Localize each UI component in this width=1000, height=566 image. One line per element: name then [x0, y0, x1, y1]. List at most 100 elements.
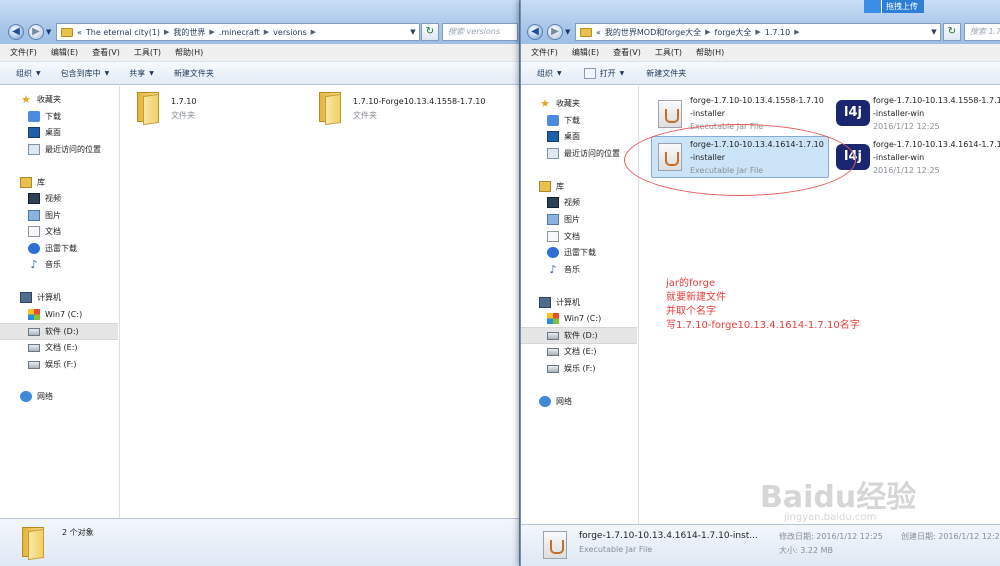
nav-computer[interactable]: 计算机: [539, 297, 580, 308]
address-bar[interactable]: « 我的世界MOD和forge大全 ▶ forge大全 ▶ 1.7.10 ▶ ▼: [575, 23, 941, 41]
crumb-separator-icon[interactable]: ▶: [264, 28, 269, 36]
command-bar: 组织 ▼ 包含到库中 ▼ 共享 ▼ 新建文件夹: [0, 62, 519, 85]
open-label: 打开: [599, 68, 616, 78]
forward-button[interactable]: ▶: [28, 24, 44, 40]
drag-upload-button[interactable]: 拖拽上传: [864, 0, 924, 13]
menu-view[interactable]: 查看(V): [92, 47, 120, 58]
nav-pictures[interactable]: 图片: [547, 214, 580, 225]
crumb-1-7-10[interactable]: 1.7.10: [765, 28, 790, 37]
nav-computer[interactable]: 计算机: [20, 292, 61, 303]
nav-label: Win7 (C:): [564, 314, 602, 323]
nav-xunlei[interactable]: 迅雷下载: [547, 247, 596, 258]
search-input[interactable]: 搜索 versions: [442, 23, 518, 41]
crumb-forge-daquan[interactable]: forge大全: [715, 27, 752, 38]
menu-edit[interactable]: 编辑(E): [51, 47, 78, 58]
menu-view[interactable]: 查看(V): [613, 47, 641, 58]
back-button[interactable]: ◀: [527, 24, 543, 40]
address-bar[interactable]: « The eternal city(1) ▶ 我的世界 ▶ .minecraf…: [56, 23, 420, 41]
nav-music[interactable]: ♪ 音乐: [28, 259, 61, 270]
nav-label: 桌面: [45, 128, 61, 137]
nav-network[interactable]: 网络: [539, 396, 572, 407]
nav-pictures[interactable]: 图片: [28, 210, 61, 221]
nav-drive-f[interactable]: 娱乐 (F:): [547, 363, 595, 374]
menu-file[interactable]: 文件(F): [531, 47, 558, 58]
chevron-down-icon: ▼: [36, 69, 41, 77]
chevron-down-icon: ▼: [557, 69, 562, 77]
crumb-mod-forge[interactable]: 我的世界MOD和forge大全: [605, 27, 701, 38]
nav-xunlei[interactable]: 迅雷下载: [28, 243, 77, 254]
menu-help[interactable]: 帮助(H): [696, 47, 724, 58]
nav-documents[interactable]: 文档: [28, 226, 61, 237]
video-icon: [547, 197, 559, 208]
nav-documents[interactable]: 文档: [547, 231, 580, 242]
nav-label: 文档: [45, 227, 61, 236]
address-prefix[interactable]: «: [77, 28, 82, 37]
new-folder-button[interactable]: 新建文件夹: [174, 68, 214, 79]
crumb-separator-icon[interactable]: ▶: [209, 28, 214, 36]
history-dropdown[interactable]: ▼: [46, 28, 54, 38]
crumb-separator-icon[interactable]: ▶: [311, 28, 316, 36]
share-button[interactable]: 共享 ▼: [129, 68, 154, 79]
windows-drive-icon: [547, 313, 559, 324]
crumb-versions[interactable]: versions: [273, 28, 306, 37]
organize-button[interactable]: 组织 ▼: [537, 68, 562, 79]
new-folder-button[interactable]: 新建文件夹: [646, 68, 686, 79]
open-button[interactable]: 打开 ▼: [583, 67, 624, 79]
nav-music[interactable]: ♪ 音乐: [547, 264, 580, 275]
nav-drive-d[interactable]: 软件 (D:): [0, 323, 118, 340]
address-dropdown-icon[interactable]: ▼: [407, 28, 419, 36]
nav-videos[interactable]: 视频: [547, 197, 580, 208]
nav-desktop[interactable]: 桌面: [28, 127, 61, 138]
nav-label: 最近访问的位置: [564, 149, 620, 158]
nav-drive-f[interactable]: 娱乐 (F:): [28, 359, 76, 370]
include-in-library-button[interactable]: 包含到库中 ▼: [61, 68, 110, 79]
crumb-eternal-city[interactable]: The eternal city(1): [86, 28, 160, 37]
nav-downloads[interactable]: 下载: [28, 111, 61, 122]
menu-tools[interactable]: 工具(T): [134, 47, 161, 58]
menu-file[interactable]: 文件(F): [10, 47, 37, 58]
nav-recent[interactable]: 最近访问的位置: [547, 148, 620, 159]
baidu-watermark-logo: Baidu经验: [760, 480, 917, 515]
crumb-separator-icon[interactable]: ▶: [794, 28, 799, 36]
crumb-wode-shijie[interactable]: 我的世界: [173, 27, 205, 38]
history-dropdown[interactable]: ▼: [565, 28, 573, 38]
nav-drive-e[interactable]: 文档 (E:): [547, 346, 597, 357]
baidu-watermark-url: jingyan.baidu.com: [784, 512, 877, 523]
refresh-button[interactable]: ↻: [421, 23, 439, 41]
nav-downloads[interactable]: 下载: [547, 115, 580, 126]
nav-libraries[interactable]: 库: [20, 177, 45, 188]
nav-label: 文档 (E:): [45, 343, 78, 352]
annotation-text: jar的forge 就要新建文件 并取个名字 写1.7.10-forge10.1…: [666, 277, 860, 333]
nav-desktop[interactable]: 桌面: [547, 131, 580, 142]
nav-videos[interactable]: 视频: [28, 193, 61, 204]
search-input[interactable]: 搜索 1.7.10: [964, 23, 1000, 41]
crumb-separator-icon[interactable]: ▶: [164, 28, 169, 36]
forward-button[interactable]: ▶: [547, 24, 563, 40]
right-title-bar: ◀ ▶ ▼ « 我的世界MOD和forge大全 ▶ forge大全 ▶ 1.7.…: [521, 0, 1000, 44]
refresh-button[interactable]: ↻: [943, 23, 961, 41]
download-icon: [28, 111, 40, 122]
music-icon: ♪: [549, 263, 557, 276]
drive-icon: [547, 347, 559, 356]
file-name: 1.7.10: [171, 97, 197, 106]
organize-button[interactable]: 组织 ▼: [16, 68, 41, 79]
menu-tools[interactable]: 工具(T): [655, 47, 682, 58]
nav-recent[interactable]: 最近访问的位置: [28, 144, 101, 155]
nav-network[interactable]: 网络: [20, 391, 53, 402]
crumb-separator-icon[interactable]: ▶: [705, 28, 710, 36]
crumb-minecraft[interactable]: .minecraft: [219, 28, 260, 37]
nav-favorites[interactable]: ★ 收藏夹: [20, 94, 61, 105]
nav-libraries[interactable]: 库: [539, 181, 564, 192]
menu-help[interactable]: 帮助(H): [175, 47, 203, 58]
crumb-separator-icon[interactable]: ▶: [755, 28, 760, 36]
back-button[interactable]: ◀: [8, 24, 24, 40]
star-icon: ★: [21, 93, 31, 106]
address-prefix[interactable]: «: [596, 28, 601, 37]
nav-drive-c[interactable]: Win7 (C:): [28, 309, 82, 320]
nav-favorites[interactable]: ★ 收藏夹: [539, 98, 580, 109]
nav-drive-e[interactable]: 文档 (E:): [28, 342, 78, 353]
nav-drive-d[interactable]: 软件 (D:): [521, 327, 637, 344]
address-dropdown-icon[interactable]: ▼: [928, 28, 940, 36]
menu-edit[interactable]: 编辑(E): [572, 47, 599, 58]
nav-drive-c[interactable]: Win7 (C:): [547, 313, 601, 324]
